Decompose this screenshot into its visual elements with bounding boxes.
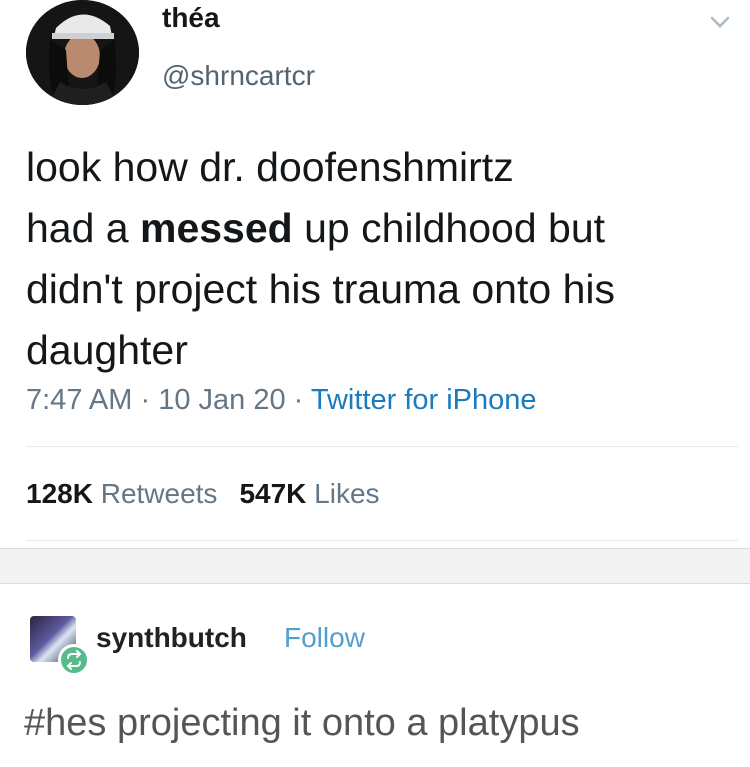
tweet-source-link[interactable]: Twitter for iPhone	[311, 384, 537, 416]
text-segment: daughter	[26, 327, 188, 373]
chevron-down-icon[interactable]	[708, 10, 732, 34]
tweet-date[interactable]: 10 Jan 20	[158, 384, 285, 416]
tweet-stats: 128K Retweets 547K Likes	[26, 478, 380, 510]
meta-separator: ·	[293, 384, 304, 416]
user-avatar[interactable]	[26, 0, 139, 105]
tweet-text-line: look how dr. doofenshmirtz	[26, 137, 736, 198]
likes-stat[interactable]: 547K Likes	[239, 478, 379, 509]
divider	[26, 540, 738, 541]
follow-button[interactable]: Follow	[284, 622, 365, 654]
text-segment: didn't project his trauma onto his	[26, 266, 615, 312]
tweet-time[interactable]: 7:47 AM	[26, 384, 132, 416]
tweet-text: look how dr. doofenshmirtz had a messed …	[26, 137, 736, 381]
post-separator	[0, 548, 750, 584]
tweet-text-line: daughter	[26, 320, 736, 381]
tweet-card: théa @shrncartcr look how dr. doofenshmi…	[0, 0, 750, 548]
text-segment: up childhood but	[292, 205, 606, 251]
retweets-stat[interactable]: 128K Retweets	[26, 478, 217, 509]
tweet-meta: 7:47 AM · 10 Jan 20 · Twitter for iPhone	[26, 384, 537, 417]
user-handle[interactable]: @shrncartcr	[162, 60, 315, 92]
text-segment: look how dr. doofenshmirtz	[26, 144, 514, 190]
retweets-label: Retweets	[100, 478, 218, 509]
tweet-text-line: didn't project his trauma onto his	[26, 259, 736, 320]
text-segment: had a	[26, 205, 140, 251]
post-tags[interactable]: #hes projecting it onto a platypus	[24, 702, 580, 745]
divider	[26, 446, 738, 447]
display-name[interactable]: théa	[162, 2, 220, 34]
likes-count: 547K	[239, 478, 307, 509]
retweets-count: 128K	[26, 478, 93, 509]
reblog-post: synthbutch Follow #hes projecting it ont…	[0, 584, 750, 767]
blog-name[interactable]: synthbutch	[96, 622, 247, 654]
reblog-icon	[58, 644, 90, 676]
meta-separator: ·	[140, 384, 151, 416]
likes-label: Likes	[314, 478, 380, 509]
bold-text-segment: messed	[140, 205, 293, 251]
tweet-text-line: had a messed up childhood but	[26, 198, 736, 259]
